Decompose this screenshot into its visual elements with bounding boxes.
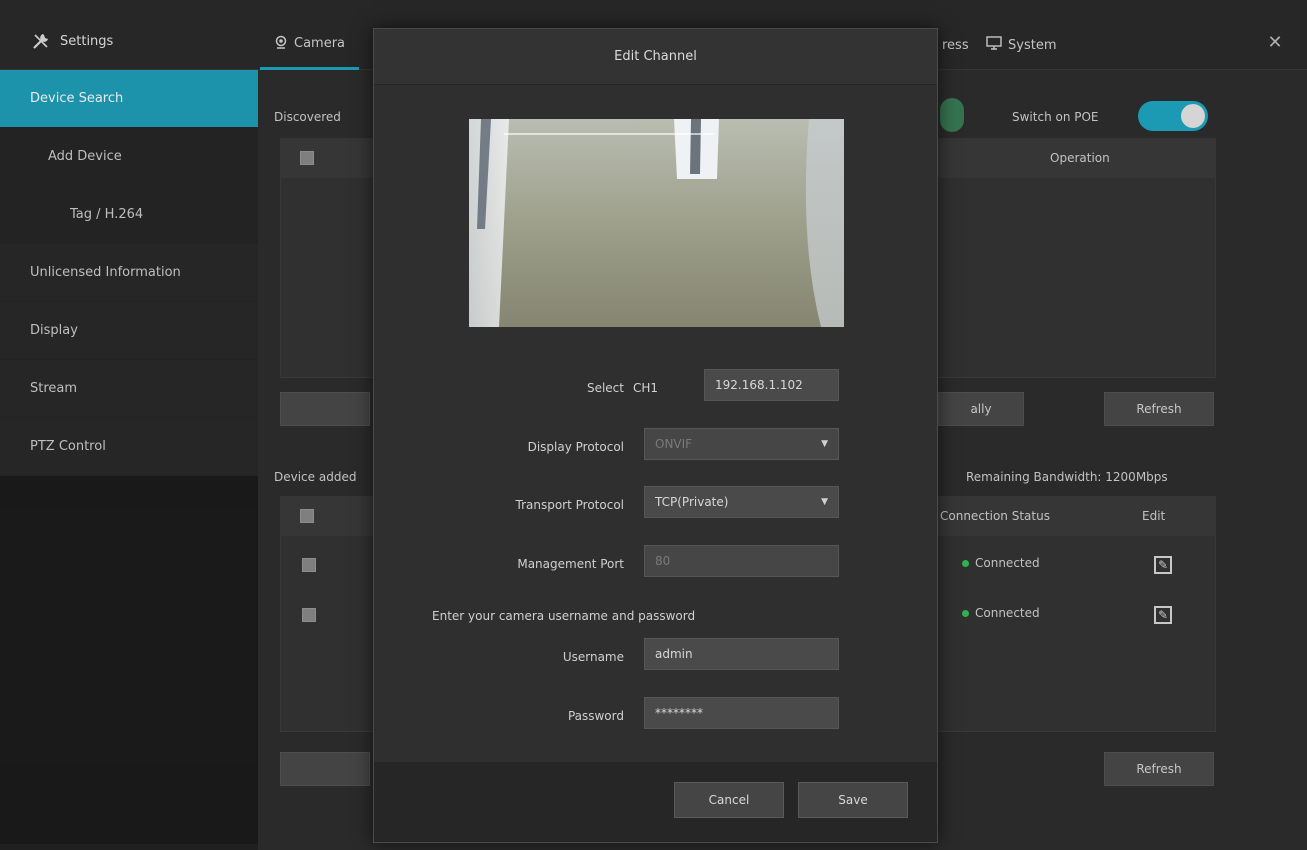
button-label: Cancel	[708, 793, 750, 807]
device-ip-field[interactable]: 192.168.1.102	[704, 369, 839, 401]
field-value: TCP(Private)	[655, 495, 729, 509]
chevron-down-icon: ▼	[821, 497, 828, 507]
credentials-hint: Enter your camera username and password	[432, 609, 696, 623]
port-field[interactable]: 80	[644, 545, 839, 577]
device-select-label: Select	[586, 381, 624, 395]
password-label: Password	[567, 709, 624, 723]
dialog-title: Edit Channel	[374, 29, 937, 85]
username-label: Username	[562, 650, 624, 664]
field-value: ONVIF	[655, 437, 693, 451]
field-value: 192.168.1.102	[715, 378, 803, 392]
chevron-down-icon: ▼	[821, 439, 828, 449]
field-value: 80	[655, 554, 671, 568]
save-button[interactable]: Save	[798, 782, 908, 818]
field-value: ********	[655, 706, 703, 720]
edit-channel-dialog: Edit Channel Select CH1 192.168.1.102 Di…	[373, 28, 938, 843]
password-field[interactable]: ********	[644, 697, 839, 729]
dialog-footer: Cancel Save	[374, 762, 937, 842]
transport-select[interactable]: TCP(Private) ▼	[644, 486, 839, 518]
cancel-button[interactable]: Cancel	[674, 782, 784, 818]
device-channel: CH1	[633, 381, 659, 395]
username-field[interactable]: admin	[644, 638, 839, 670]
protocol-select[interactable]: ONVIF ▼	[644, 428, 839, 460]
button-label: Save	[838, 793, 868, 807]
field-value: admin	[655, 647, 693, 661]
port-label: Management Port	[517, 557, 624, 571]
camera-preview	[469, 119, 844, 327]
transport-label: Transport Protocol	[515, 498, 624, 512]
protocol-label: Display Protocol	[527, 440, 624, 454]
